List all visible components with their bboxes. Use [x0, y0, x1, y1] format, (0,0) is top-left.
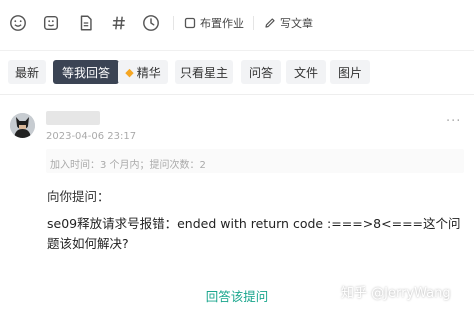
assign-homework-button[interactable]: 布置作业 [184, 14, 244, 32]
write-article-button[interactable]: 写文章 [264, 14, 313, 32]
hashtag-icon[interactable] [109, 13, 129, 33]
toolbar-divider [253, 16, 254, 30]
tab-featured[interactable]: ◆ 精华 [118, 60, 168, 84]
tab-files[interactable]: 文件 [286, 60, 326, 84]
tab-label: 只看星主 [179, 65, 228, 80]
question-text: se09释放请求号报错：ended with return code :===>… [47, 216, 461, 251]
avatar[interactable] [10, 113, 35, 138]
square-icon [184, 17, 196, 29]
tab-label: 文件 [293, 65, 318, 80]
file-icon[interactable] [76, 13, 96, 33]
tab-images[interactable]: 图片 [330, 60, 370, 84]
watermark: 知乎 @JerryWang [341, 286, 451, 301]
image-icon[interactable] [41, 13, 61, 33]
answer-label: 回答该提问 [205, 289, 269, 304]
tab-label: 问答 [248, 65, 273, 80]
tab-waiting-answer[interactable]: 等我回答 [53, 60, 119, 84]
tab-label: 图片 [337, 65, 362, 80]
toolbar-divider-line [0, 50, 474, 51]
tab-latest[interactable]: 最新 [8, 60, 46, 84]
pen-icon [264, 17, 276, 29]
tab-owner-only[interactable]: 只看星主 [175, 60, 233, 84]
member-info: 加入时间：3 个月内；提问次数：2 [50, 160, 206, 171]
assign-homework-label: 布置作业 [200, 17, 244, 30]
section-divider [0, 94, 474, 95]
clock-icon[interactable] [141, 13, 161, 33]
username-blurred [46, 111, 100, 125]
tab-qa[interactable]: 问答 [241, 60, 281, 84]
editor-toolbar: 布置作业 写文章 [0, 0, 474, 46]
tab-label: 等我回答 [61, 65, 110, 80]
tab-label: 精华 [136, 65, 161, 80]
gem-icon: ◆ [125, 65, 134, 79]
post-time: 2023-04-06 23:17 [46, 131, 137, 142]
tab-label: 最新 [14, 65, 39, 80]
emoji-icon[interactable] [8, 13, 28, 33]
write-article-label: 写文章 [280, 17, 313, 30]
question-label: 向你提问： [47, 189, 110, 204]
more-options-icon[interactable]: ··· [446, 114, 461, 129]
toolbar-divider [173, 16, 174, 30]
